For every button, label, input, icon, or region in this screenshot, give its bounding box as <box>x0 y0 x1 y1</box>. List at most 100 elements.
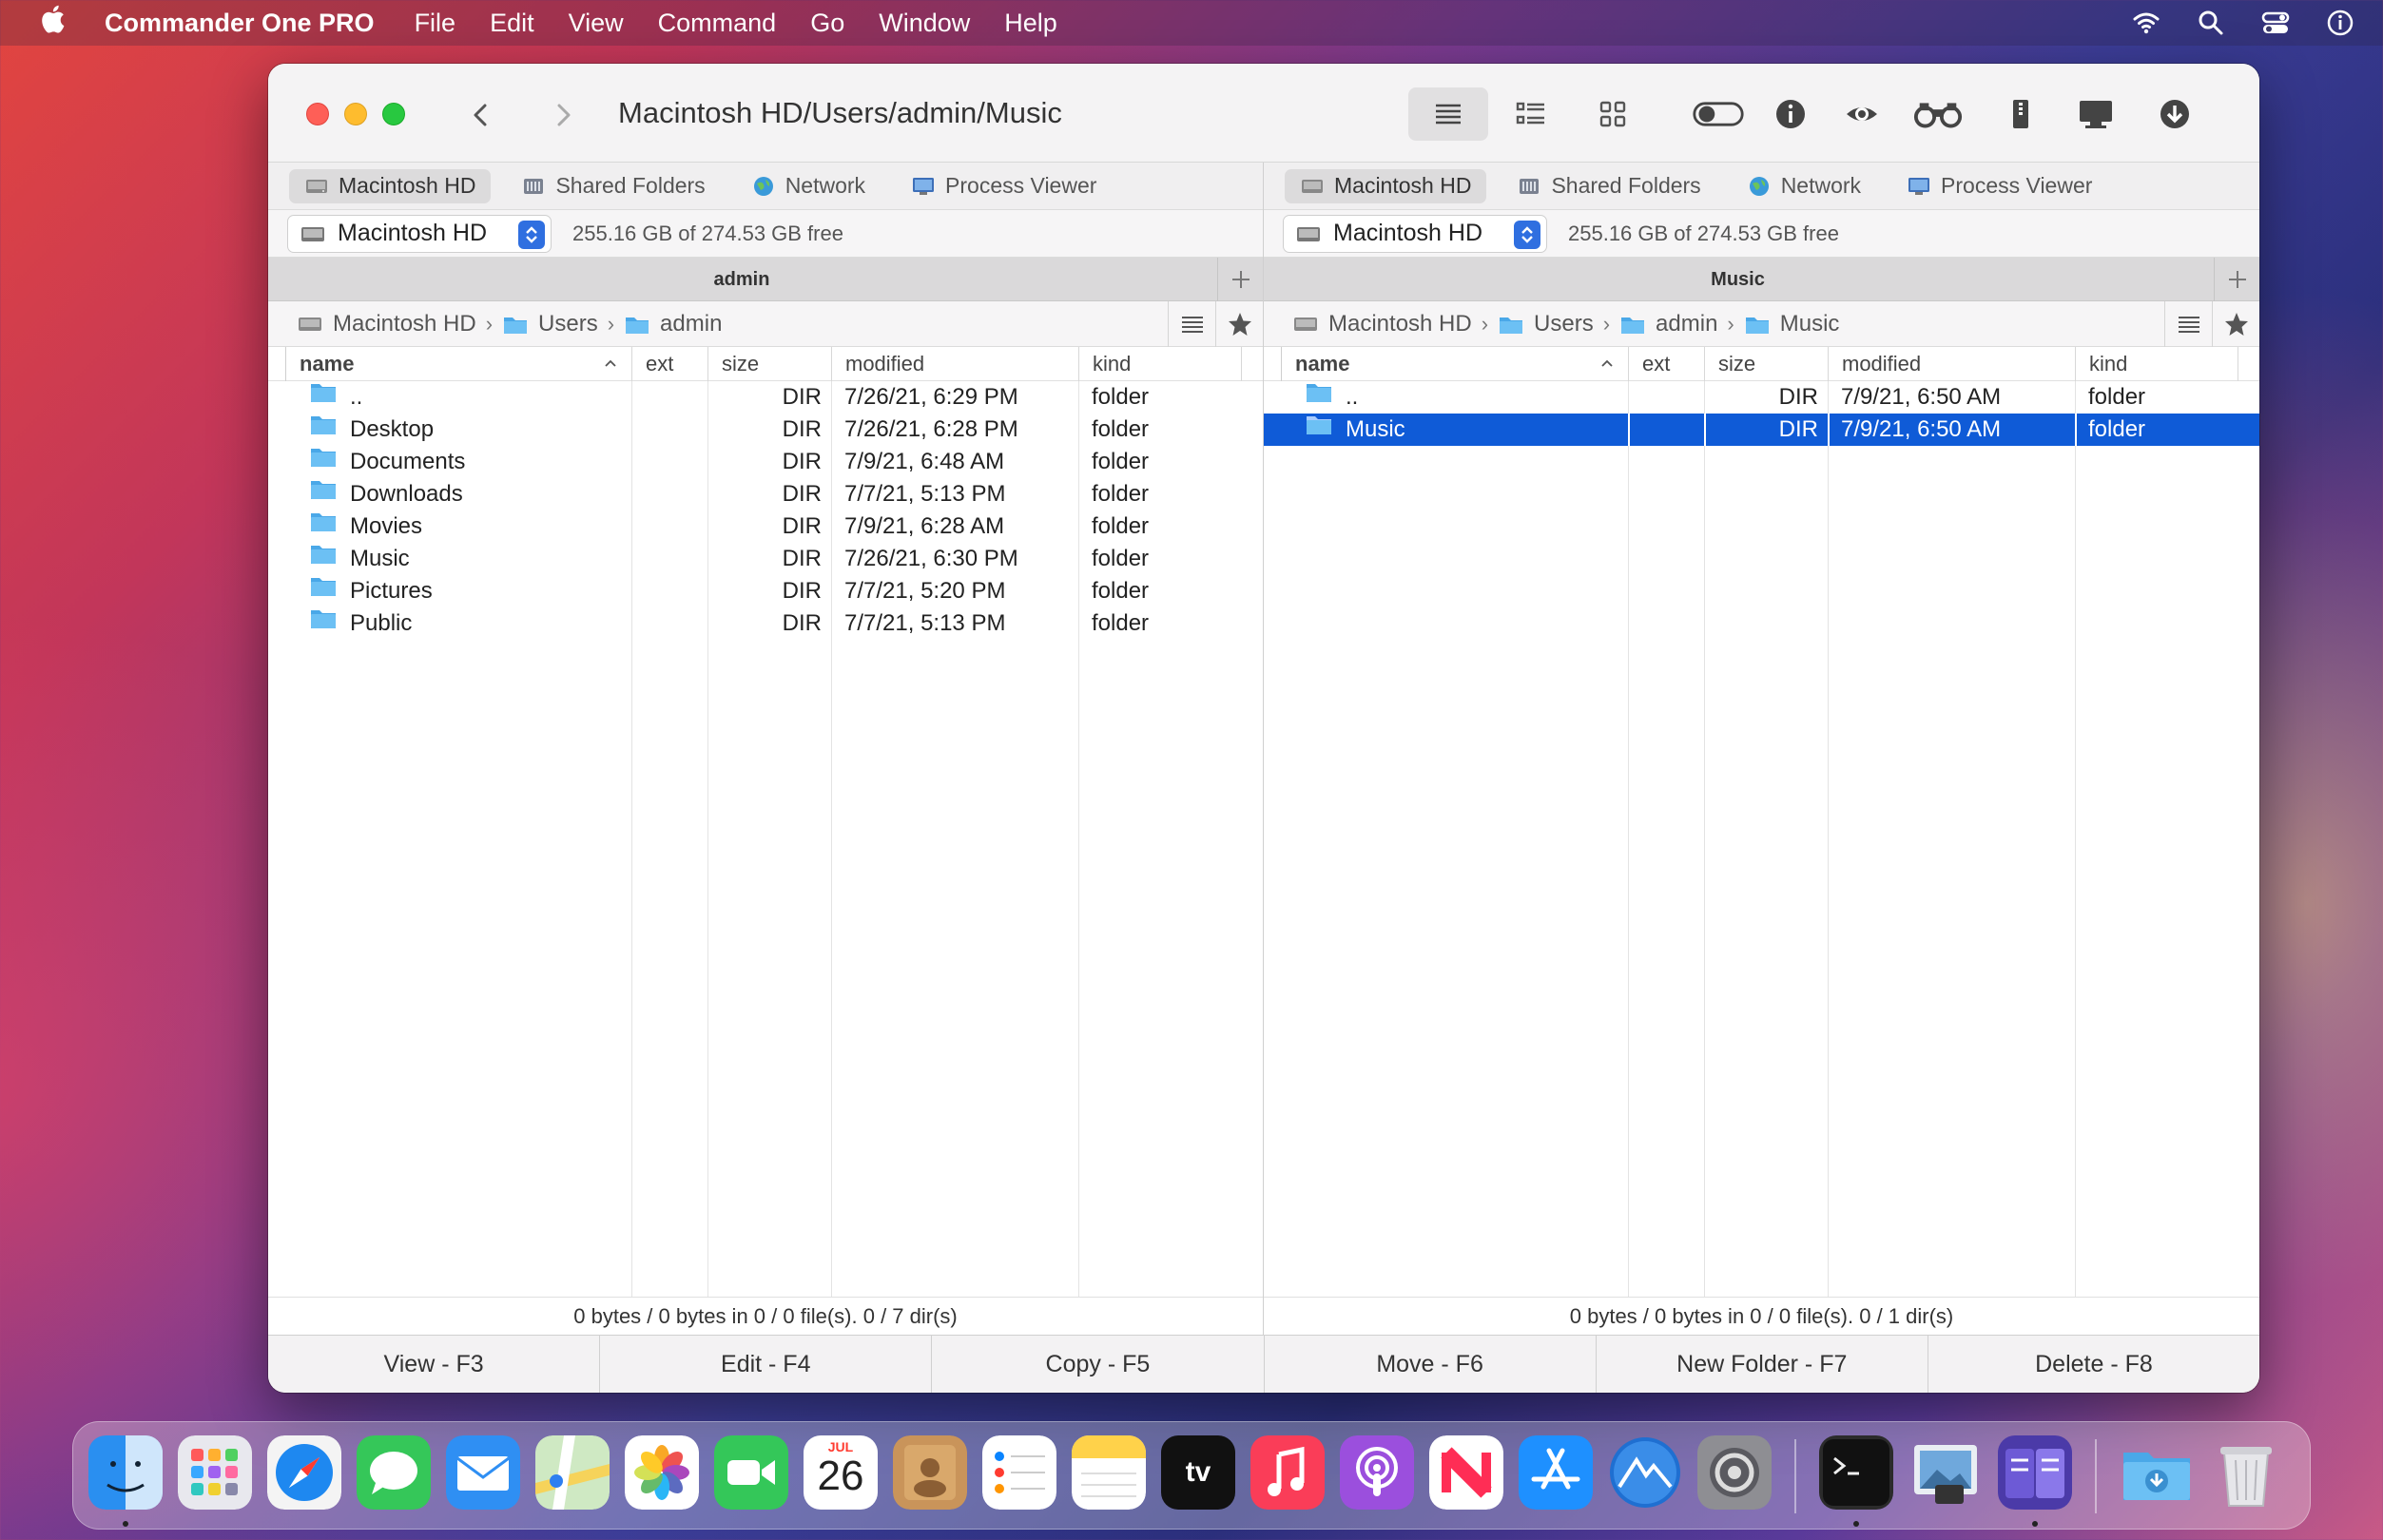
file-row[interactable]: Documents DIR 7/9/21, 6:48 AM folder <box>268 446 1263 478</box>
column-name[interactable]: name <box>1281 347 1628 381</box>
system-preferences-icon[interactable] <box>1697 1435 1772 1510</box>
drive-stepper-icon[interactable] <box>1514 220 1540 249</box>
menu-window[interactable]: Window <box>879 9 970 38</box>
drive-stepper-icon[interactable] <box>518 220 545 249</box>
file-row[interactable]: Public DIR 7/7/21, 5:13 PM folder <box>268 607 1263 640</box>
new-tab-button[interactable] <box>1217 258 1263 301</box>
hidden-files-toggle[interactable] <box>1690 92 1747 136</box>
music-icon[interactable] <box>1250 1435 1325 1510</box>
crumb-macintosh-hd[interactable]: Macintosh HD <box>297 311 476 337</box>
column-modified[interactable]: modified <box>831 347 1078 381</box>
drive-selector[interactable]: Macintosh HD <box>287 214 552 253</box>
finder-icon[interactable] <box>88 1435 163 1510</box>
crumb-admin[interactable]: admin <box>624 311 722 337</box>
tab-macintosh-hd[interactable]: Macintosh HD <box>1285 168 1487 203</box>
menu-view[interactable]: View <box>569 9 624 38</box>
quick-look-button[interactable] <box>1840 92 1884 136</box>
trash-icon[interactable] <box>2209 1435 2283 1510</box>
drive-selector[interactable]: Macintosh HD <box>1283 214 1547 253</box>
launchpad-icon[interactable] <box>178 1435 252 1510</box>
back-button[interactable] <box>462 96 500 134</box>
downloads-folder-icon[interactable] <box>2120 1435 2194 1510</box>
file-row[interactable]: Movies DIR 7/9/21, 6:28 AM folder <box>268 510 1263 543</box>
apple-menu-icon[interactable] <box>0 4 105 42</box>
delete-f8-button[interactable]: Delete - F8 <box>1927 1336 2259 1393</box>
new-folder-f7-button[interactable]: New Folder - F7 <box>1595 1336 1928 1393</box>
file-row[interactable]: Desktop DIR 7/26/21, 6:28 PM folder <box>268 414 1263 446</box>
control-center-icon[interactable] <box>2261 9 2290 37</box>
spotlight-search-icon[interactable] <box>2197 9 2225 37</box>
podcasts-icon[interactable] <box>1340 1435 1414 1510</box>
file-row[interactable]: Music DIR 7/9/21, 6:50 AM folder <box>1264 414 2259 446</box>
contacts-icon[interactable] <box>893 1435 967 1510</box>
download-button[interactable] <box>2153 92 2197 136</box>
wifi-icon[interactable] <box>2132 9 2160 37</box>
menu-file[interactable]: File <box>415 9 456 38</box>
menu-command[interactable]: Command <box>658 9 777 38</box>
brief-view-button[interactable] <box>1509 92 1553 136</box>
search-files-button[interactable] <box>1911 92 1965 136</box>
facetime-icon[interactable] <box>714 1435 788 1510</box>
history-list-button[interactable] <box>2164 301 2212 347</box>
column-size[interactable]: size <box>707 347 831 381</box>
column-modified[interactable]: modified <box>1828 347 2075 381</box>
news-icon[interactable] <box>1429 1435 1503 1510</box>
tab-shared-folders[interactable]: Shared Folders <box>506 169 720 203</box>
app-name-menu[interactable]: Commander One PRO <box>105 9 375 38</box>
crumb-music[interactable]: Music <box>1744 311 1839 337</box>
monterey-installer-icon[interactable] <box>1608 1435 1682 1510</box>
crumb-macintosh-hd[interactable]: Macintosh HD <box>1292 311 1472 337</box>
file-row[interactable]: Music DIR 7/26/21, 6:30 PM folder <box>268 543 1263 575</box>
thumbnail-view-button[interactable] <box>1591 92 1635 136</box>
file-row[interactable]: .. DIR 7/26/21, 6:29 PM folder <box>268 381 1263 414</box>
calendar-icon[interactable]: JUL 26 <box>804 1435 878 1510</box>
column-name[interactable]: name <box>285 347 631 381</box>
history-list-button[interactable] <box>1168 301 1215 347</box>
photos-icon[interactable] <box>625 1435 699 1510</box>
app-store-icon[interactable] <box>1519 1435 1593 1510</box>
tab-shared-folders[interactable]: Shared Folders <box>1501 169 1715 203</box>
favorites-button[interactable] <box>1215 301 1263 347</box>
file-row[interactable]: Pictures DIR 7/7/21, 5:20 PM folder <box>268 575 1263 607</box>
view-f3-button[interactable]: View - F3 <box>268 1336 599 1393</box>
messages-icon[interactable] <box>357 1435 431 1510</box>
mail-icon[interactable] <box>446 1435 520 1510</box>
tab-macintosh-hd[interactable]: Macintosh HD <box>289 168 492 203</box>
new-tab-button[interactable] <box>2214 258 2259 301</box>
column-ext[interactable]: ext <box>631 347 707 381</box>
menu-help[interactable]: Help <box>1004 9 1057 38</box>
get-info-button[interactable] <box>1769 92 1812 136</box>
preview-icon[interactable] <box>1908 1435 1983 1510</box>
tab-process-viewer[interactable]: Process Viewer <box>1891 169 2107 203</box>
info-icon[interactable] <box>2326 9 2354 37</box>
maps-icon[interactable] <box>535 1435 610 1510</box>
move-f6-button[interactable]: Move - F6 <box>1263 1336 1596 1393</box>
tab-network[interactable]: Network <box>1732 169 1876 203</box>
column-ext[interactable]: ext <box>1628 347 1704 381</box>
terminal-button[interactable] <box>2071 92 2121 136</box>
safari-icon[interactable] <box>267 1435 341 1510</box>
zoom-button[interactable] <box>382 103 405 125</box>
file-row[interactable]: .. DIR 7/9/21, 6:50 AM folder <box>1264 381 2259 414</box>
column-kind[interactable]: kind <box>1078 347 1242 381</box>
crumb-users[interactable]: Users <box>1498 311 1594 337</box>
terminal-icon[interactable] <box>1819 1435 1893 1510</box>
edit-f4-button[interactable]: Edit - F4 <box>599 1336 931 1393</box>
close-button[interactable] <box>306 103 329 125</box>
tab-network[interactable]: Network <box>736 169 881 203</box>
file-row[interactable]: Downloads DIR 7/7/21, 5:13 PM folder <box>268 478 1263 510</box>
menu-edit[interactable]: Edit <box>490 9 534 38</box>
archive-button[interactable] <box>1999 92 2043 136</box>
list-view-button[interactable] <box>1408 87 1488 141</box>
forward-button[interactable] <box>544 96 582 134</box>
crumb-users[interactable]: Users <box>502 311 598 337</box>
copy-f5-button[interactable]: Copy - F5 <box>931 1336 1263 1393</box>
crumb-admin[interactable]: admin <box>1619 311 1717 337</box>
favorites-button[interactable] <box>2212 301 2259 347</box>
menu-go[interactable]: Go <box>810 9 844 38</box>
notes-icon[interactable] <box>1072 1435 1146 1510</box>
reminders-icon[interactable] <box>982 1435 1056 1510</box>
minimize-button[interactable] <box>344 103 367 125</box>
column-size[interactable]: size <box>1704 347 1828 381</box>
tab-process-viewer[interactable]: Process Viewer <box>896 169 1112 203</box>
